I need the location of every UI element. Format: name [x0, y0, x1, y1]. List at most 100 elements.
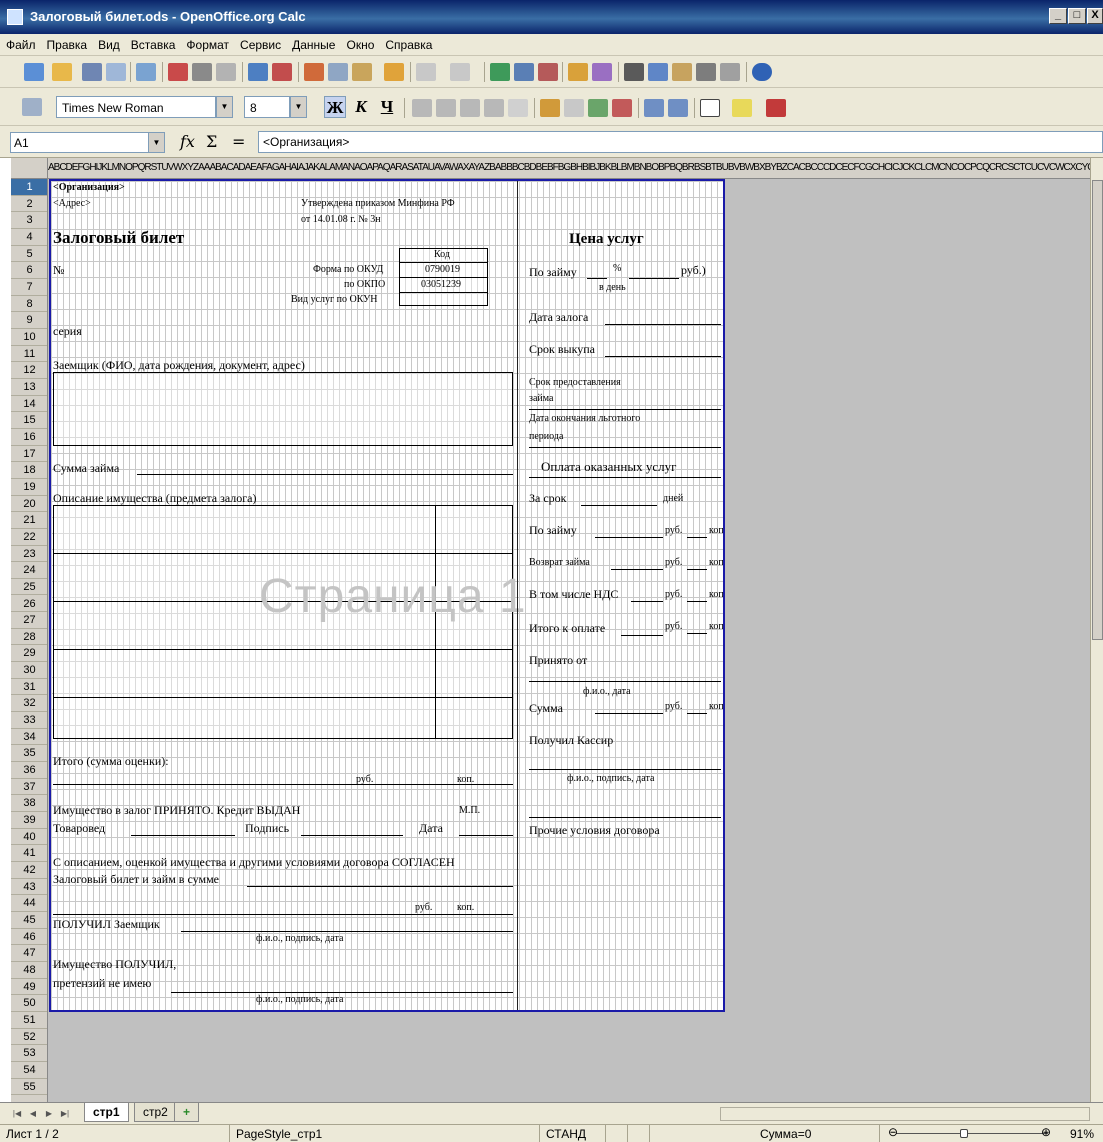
zoom-out-icon[interactable]: ⊖ [888, 1125, 898, 1139]
sort-descending-icon[interactable] [538, 63, 558, 81]
delete-decimal-icon[interactable] [612, 99, 632, 117]
font-color-icon[interactable] [766, 99, 786, 117]
row-header[interactable]: 47 [11, 945, 47, 963]
open-folder-icon[interactable] [52, 63, 72, 81]
okud-value[interactable]: 0790019 [425, 264, 460, 275]
edit-file-icon[interactable] [136, 63, 156, 81]
menu-data[interactable]: Данные [286, 34, 340, 52]
export-pdf-icon[interactable] [168, 63, 188, 81]
menu-tools[interactable]: Сервис [234, 34, 286, 52]
sheet-area[interactable]: <Организация> <Адрес> Утверждена приказо… [48, 179, 1090, 1102]
row-header[interactable]: 52 [11, 1029, 47, 1046]
styles-formatting-icon[interactable] [22, 98, 42, 116]
cut-icon[interactable] [304, 63, 324, 81]
row-header[interactable]: 38 [11, 795, 47, 813]
paste-icon[interactable] [352, 63, 372, 81]
sort-ascending-icon[interactable] [514, 63, 534, 81]
row-header[interactable]: 17 [11, 446, 47, 463]
row-header[interactable]: 10 [11, 329, 47, 346]
redo-icon[interactable] [450, 63, 470, 81]
row-header[interactable]: 20 [11, 496, 47, 513]
okpo-value[interactable]: 03051239 [421, 279, 461, 290]
row-header[interactable]: 18 [11, 462, 47, 479]
row-header[interactable]: 9 [11, 312, 47, 329]
row-header[interactable]: 25 [11, 579, 47, 596]
sum-icon[interactable]: Σ [206, 132, 217, 151]
gallery-icon[interactable] [672, 63, 692, 81]
org-cell[interactable]: <Организация> [53, 182, 125, 193]
row-header[interactable]: 19 [11, 479, 47, 496]
row-header[interactable]: 24 [11, 562, 47, 579]
borrower-box[interactable] [53, 372, 513, 446]
menu-help[interactable]: Справка [379, 34, 437, 52]
row-header[interactable]: 29 [11, 645, 47, 663]
merge-cells-icon[interactable] [508, 99, 528, 117]
row-header[interactable]: 53 [11, 1045, 47, 1062]
increase-indent-icon[interactable] [668, 99, 688, 117]
zoom-slider[interactable] [896, 1129, 1048, 1138]
row-header[interactable]: 39 [11, 812, 47, 829]
last-sheet-icon[interactable]: ▶| [58, 1107, 72, 1121]
row-header[interactable]: 40 [11, 829, 47, 846]
borders-icon[interactable] [700, 99, 720, 117]
help-icon[interactable] [752, 63, 772, 81]
vertical-scroll-thumb[interactable] [1092, 180, 1103, 640]
data-sources-icon[interactable] [696, 63, 716, 81]
align-right-icon[interactable] [460, 99, 480, 117]
close-button[interactable]: X [1087, 8, 1103, 24]
draw-functions-icon[interactable] [592, 63, 612, 81]
find-replace-icon[interactable] [624, 63, 644, 81]
tab-sheet1[interactable]: стр1 [84, 1103, 129, 1122]
align-left-icon[interactable] [412, 99, 432, 117]
menu-file[interactable]: Файл [0, 34, 41, 52]
minimize-button[interactable]: _ [1049, 8, 1067, 24]
address-cell[interactable]: <Адрес> [53, 198, 91, 209]
row-header[interactable]: 55 [11, 1079, 47, 1096]
menu-insert[interactable]: Вставка [125, 34, 181, 52]
row-header[interactable]: 12 [11, 362, 47, 379]
row-header[interactable]: 37 [11, 779, 47, 796]
select-all-corner[interactable] [11, 158, 48, 179]
row-header[interactable]: 16 [11, 429, 47, 446]
name-box-dropdown-icon[interactable]: ▼ [148, 132, 165, 153]
row-header[interactable]: 33 [11, 712, 47, 729]
italic-button[interactable]: К [350, 96, 372, 118]
row-header[interactable]: 6 [11, 262, 47, 279]
row-header[interactable]: 21 [11, 512, 47, 529]
add-decimal-icon[interactable] [588, 99, 608, 117]
name-box[interactable]: A1 [10, 132, 150, 153]
row-header[interactable]: 4 [11, 229, 47, 246]
row-header[interactable]: 32 [11, 695, 47, 713]
decrease-indent-icon[interactable] [644, 99, 664, 117]
navigator-icon[interactable] [648, 63, 668, 81]
row-header[interactable]: 26 [11, 596, 47, 613]
vertical-scrollbar[interactable] [1090, 158, 1103, 1102]
maximize-button[interactable]: □ [1068, 8, 1086, 24]
row-header[interactable]: 48 [11, 962, 47, 979]
first-sheet-icon[interactable]: |◀ [10, 1107, 24, 1121]
menu-view[interactable]: Вид [92, 34, 125, 52]
add-sheet-icon[interactable]: + [174, 1103, 200, 1122]
formula-input[interactable]: <Организация> [258, 131, 1103, 153]
row-header[interactable]: 7 [11, 279, 47, 296]
prev-sheet-icon[interactable]: ◀ [26, 1107, 40, 1121]
page-style[interactable]: PageStyle_стр1 [230, 1125, 540, 1142]
row-header[interactable]: 36 [11, 762, 47, 779]
row-header[interactable]: 43 [11, 879, 47, 896]
bold-button[interactable]: Ж [324, 96, 346, 118]
menu-window[interactable]: Окно [340, 34, 379, 52]
background-color-icon[interactable] [732, 99, 752, 117]
row-header[interactable]: 54 [11, 1062, 47, 1079]
row-header[interactable]: 41 [11, 845, 47, 863]
copy-icon[interactable] [328, 63, 348, 81]
font-size-dropdown-icon[interactable]: ▼ [290, 96, 307, 118]
row-header[interactable]: 2 [11, 196, 47, 213]
spellcheck-icon[interactable] [248, 63, 268, 81]
function-icon[interactable]: = [232, 132, 245, 151]
zoom-in-icon[interactable]: ⊕ [1041, 1125, 1051, 1139]
row-header[interactable]: 35 [11, 745, 47, 763]
row-header[interactable]: 15 [11, 412, 47, 429]
horizontal-scrollbar[interactable] [720, 1107, 1090, 1121]
save-icon[interactable] [82, 63, 102, 81]
tab-sheet2[interactable]: стр2 [134, 1103, 177, 1122]
